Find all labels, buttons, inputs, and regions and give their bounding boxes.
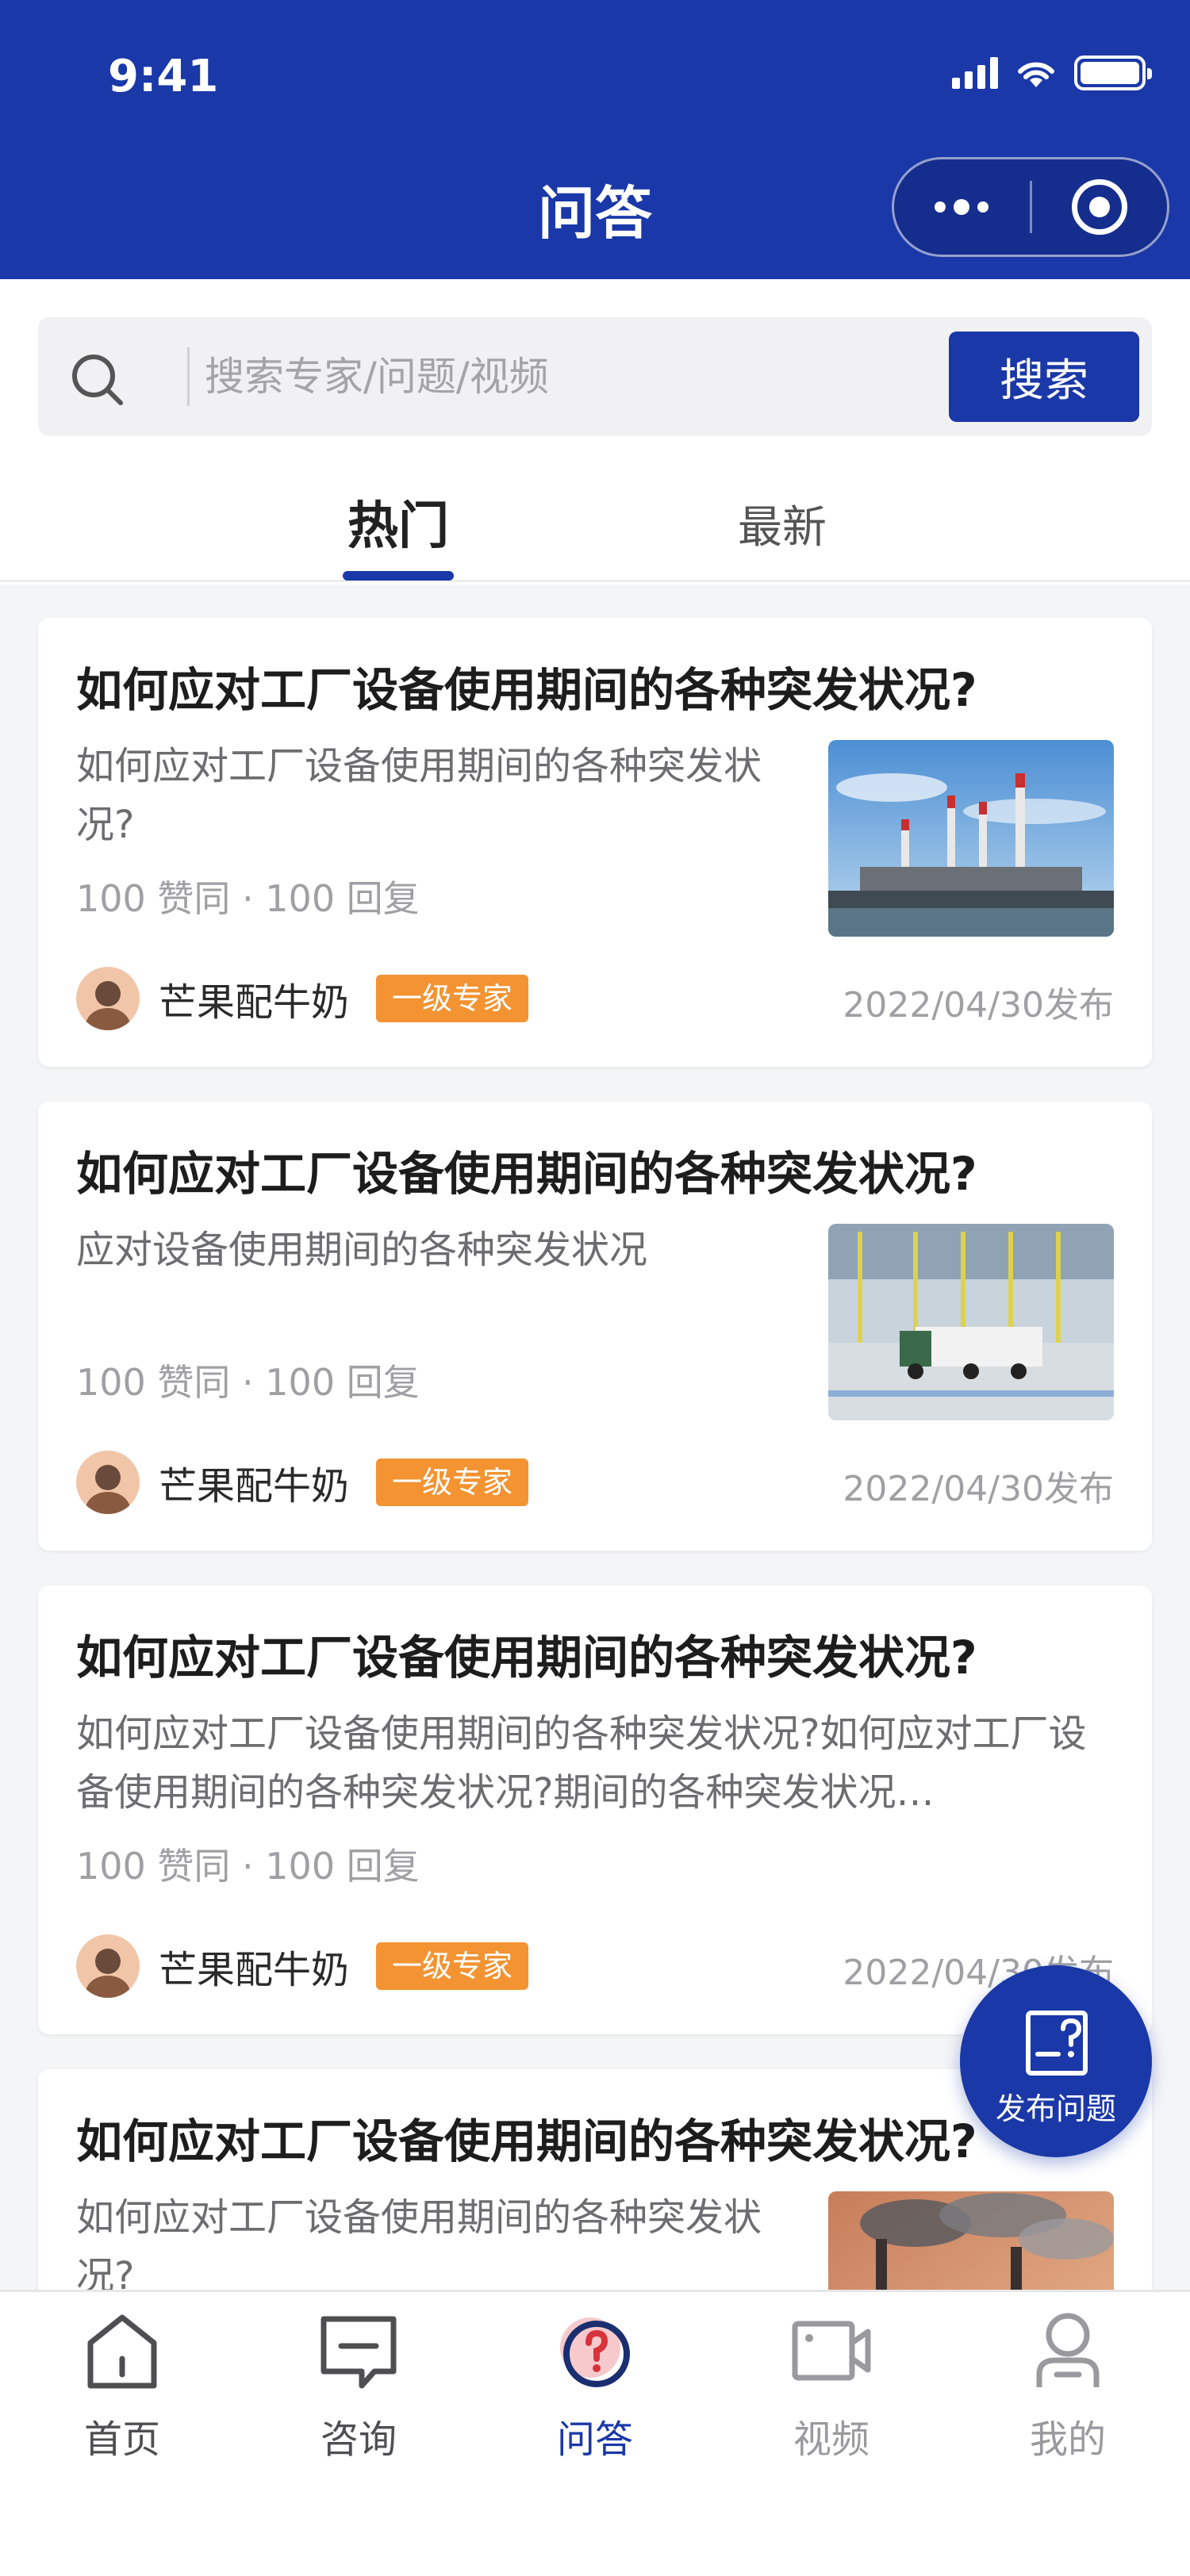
author-name[interactable]: 芒果配牛奶 <box>159 1938 349 1994</box>
chat-icon <box>321 2316 397 2389</box>
question-card[interactable]: 如何应对工厂设备使用期间的各种突发状况? 如何应对工厂设备使用期间的各种突发状况… <box>38 1585 1152 2034</box>
question-title: 如何应对工厂设备使用期间的各种突发状况? <box>76 1631 977 1685</box>
tab-bar: 热门 最新 <box>0 476 1190 582</box>
battery-icon <box>1074 56 1152 90</box>
user-icon <box>1036 2313 1100 2387</box>
nav-home[interactable]: 首页 <box>27 2311 217 2470</box>
author-name[interactable]: 芒果配牛奶 <box>159 1455 349 1510</box>
nav-consult[interactable]: 咨询 <box>263 2311 454 2470</box>
author-info: 芒果配牛奶 一级专家 <box>76 1451 529 1514</box>
search-input[interactable] <box>205 341 966 412</box>
question-description: 应对设备使用期间的各种突发状况 <box>76 1228 648 1272</box>
nav-home-label: 首页 <box>83 2417 160 2462</box>
nav-profile[interactable]: 我的 <box>973 2311 1163 2470</box>
publish-date: 2022/04/30发布 <box>843 985 1114 1025</box>
nav-qa-label: 问答 <box>556 2417 633 2462</box>
nav-video[interactable]: 视频 <box>736 2311 927 2470</box>
avatar[interactable] <box>76 967 140 1030</box>
nav-video-label: 视频 <box>793 2417 869 2462</box>
expert-badge: 一级专家 <box>376 1942 529 1990</box>
truck-warehouse-image <box>828 1224 1114 1420</box>
status-icons <box>952 56 1152 90</box>
smoke-stack-image <box>828 2191 1114 2290</box>
question-description: 如何应对工厂设备使用期间的各种突发状况? <box>76 744 762 847</box>
question-icon <box>560 2317 630 2387</box>
tab-latest[interactable]: 最新 <box>727 492 838 556</box>
active-tab-indicator <box>343 571 454 581</box>
question-description: 如何应对工厂设备使用期间的各种突发状况? <box>76 2195 762 2290</box>
nav-qa[interactable]: 问答 <box>500 2311 690 2470</box>
expert-badge: 一级专家 <box>376 1459 529 1506</box>
search-button[interactable]: 搜索 <box>949 332 1139 422</box>
header-bar: 9:41 问答 <box>0 0 1190 279</box>
close-target-icon[interactable] <box>1032 179 1168 235</box>
post-question-label: 发布问题 <box>995 2091 1116 2126</box>
video-camera-icon <box>792 2321 871 2381</box>
author-info: 芒果配牛奶 一级专家 <box>76 1934 529 1998</box>
signal-icon <box>952 57 998 89</box>
avatar[interactable] <box>76 1451 140 1514</box>
wifi-icon <box>1018 62 1054 87</box>
more-icon[interactable] <box>894 199 1030 215</box>
bottom-navigation: 首页 咨询 问答 视频 我的 <box>0 2290 1190 2576</box>
question-stats: 100 赞同 · 100 回复 <box>76 877 420 920</box>
question-stats: 100 赞同 · 100 回复 <box>76 1845 420 1888</box>
search-icon <box>72 355 123 405</box>
question-stats: 100 赞同 · 100 回复 <box>76 1361 420 1404</box>
author-info: 芒果配牛奶 一级专家 <box>76 967 529 1030</box>
question-title: 如何应对工厂设备使用期间的各种突发状况? <box>76 1147 977 1201</box>
question-doc-icon <box>1026 2011 1088 2076</box>
question-description: 如何应对工厂设备使用期间的各种突发状况?如何应对工厂设备使用期间的各种突发状况?… <box>76 1712 1087 1815</box>
avatar[interactable] <box>76 1934 140 1998</box>
author-name[interactable]: 芒果配牛奶 <box>159 971 349 1026</box>
question-card[interactable]: 如何应对工厂设备使用期间的各种突发状况? 如何应对工厂设备使用期间的各种突发状况… <box>38 618 1152 1067</box>
tab-hot[interactable]: 热门 <box>343 485 454 558</box>
expert-badge: 一级专家 <box>376 975 529 1022</box>
publish-date: 2022/04/30发布 <box>843 1469 1114 1509</box>
factory-chimneys-image <box>828 740 1114 937</box>
search-bar: 搜索 <box>38 317 1152 436</box>
nav-consult-label: 咨询 <box>320 2417 397 2462</box>
post-question-button[interactable]: 发布问题 <box>960 1965 1152 2157</box>
mini-program-capsule <box>892 157 1169 257</box>
question-card[interactable]: 如何应对工厂设备使用期间的各种突发状况? 应对设备使用期间的各种突发状况 100… <box>38 1102 1152 1551</box>
question-title: 如何应对工厂设备使用期间的各种突发状况? <box>76 663 977 717</box>
status-time: 9:41 <box>108 51 219 102</box>
nav-profile-label: 我的 <box>1029 2417 1106 2462</box>
home-icon <box>87 2314 157 2389</box>
search-divider <box>187 347 190 406</box>
